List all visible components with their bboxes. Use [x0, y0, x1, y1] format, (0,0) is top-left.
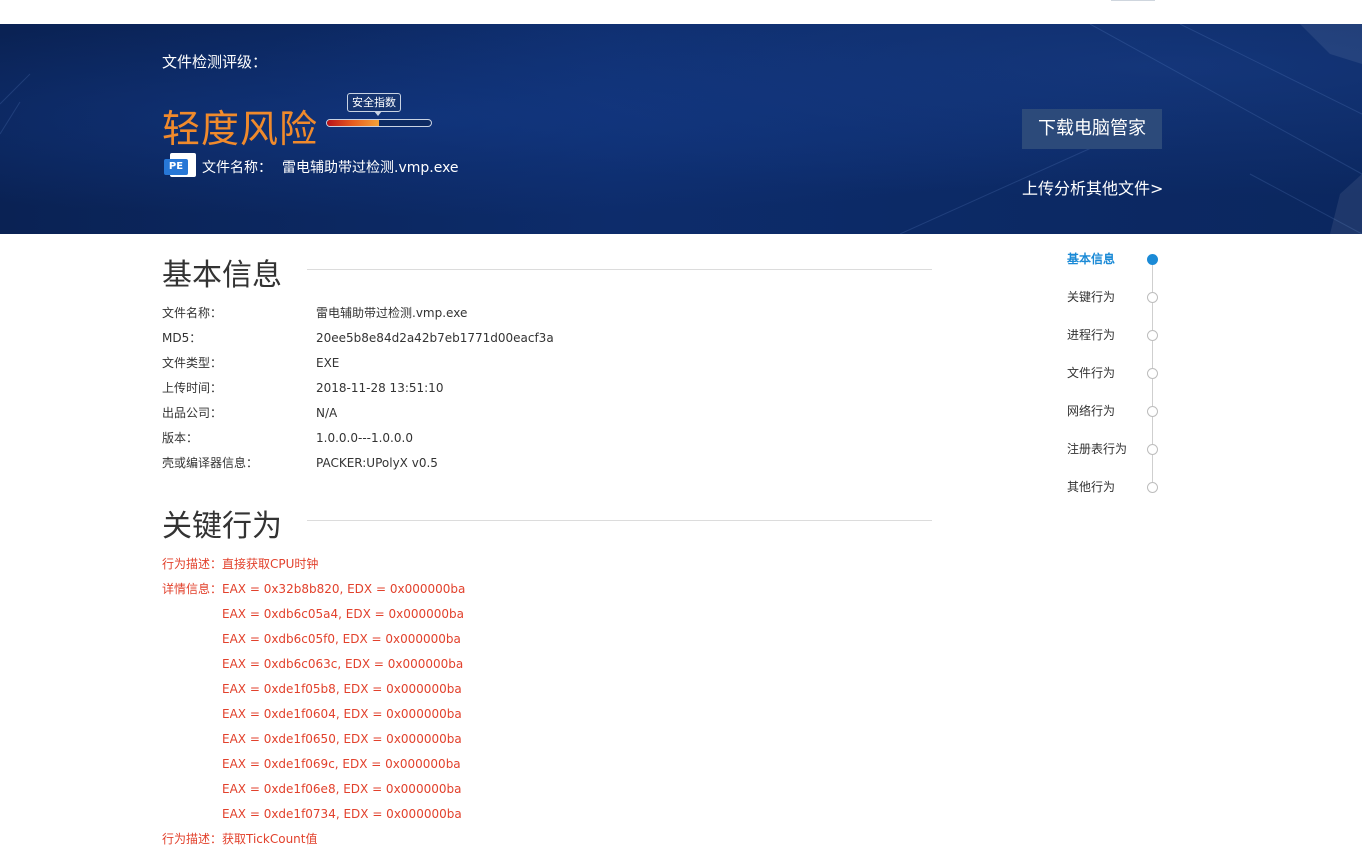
safety-index-meter — [326, 119, 432, 127]
side-nav-file-behavior[interactable]: 文件行为 — [1067, 365, 1115, 381]
info-row: 出品公司： N/A — [162, 406, 338, 420]
side-nav-process-behavior[interactable]: 进程行为 — [1067, 327, 1115, 343]
behavior-detail-line: EAX = 0xde1f069c, EDX = 0x000000ba — [222, 757, 461, 771]
side-nav-network-behavior[interactable]: 网络行为 — [1067, 403, 1115, 419]
behavior-detail-line: EAX = 0xde1f0734, EDX = 0x000000ba — [222, 807, 462, 821]
behavior-detail-row: 详情信息：EAX = 0x32b8b820, EDX = 0x000000ba — [162, 582, 466, 596]
side-nav-dot[interactable] — [1147, 254, 1158, 265]
file-name-label: 文件名称： — [202, 160, 272, 176]
side-nav-key-behavior[interactable]: 关键行为 — [1067, 289, 1115, 305]
behavior-desc-row: 行为描述：直接获取CPU时钟 — [162, 557, 319, 571]
info-row: 壳或编译器信息： PACKER:UPolyX v0.5 — [162, 456, 438, 470]
side-nav-registry-behavior[interactable]: 注册表行为 — [1067, 441, 1127, 457]
result-banner: 文件检测评级： 轻度风险 安全指数 PE 文件名称： 雷电辅助带过检测.vmp.e… — [0, 24, 1362, 234]
side-nav-dot[interactable] — [1147, 482, 1158, 493]
behavior-detail-line: EAX = 0xdb6c05a4, EDX = 0x000000ba — [222, 607, 465, 621]
top-header-strip — [0, 0, 1362, 24]
safety-index-fill — [327, 120, 379, 126]
header-button-edge[interactable] — [1111, 0, 1155, 1]
download-pc-manager-button[interactable]: 下载电脑管家 — [1022, 109, 1162, 149]
info-row: 版本： 1.0.0.0---1.0.0.0 — [162, 431, 413, 445]
side-nav-dot[interactable] — [1147, 330, 1158, 341]
risk-level: 轻度风险 — [162, 107, 319, 151]
side-nav-dot[interactable] — [1147, 292, 1158, 303]
basic-info-title: 基本信息 — [162, 258, 282, 293]
side-nav-dot[interactable] — [1147, 406, 1158, 417]
side-nav-other-behavior[interactable]: 其他行为 — [1067, 479, 1115, 495]
key-behavior-title: 关键行为 — [162, 509, 282, 544]
behavior-detail-line: EAX = 0xde1f05b8, EDX = 0x000000ba — [222, 682, 462, 696]
behavior-detail-line: EAX = 0xdb6c05f0, EDX = 0x000000ba — [222, 632, 461, 646]
pe-file-icon: PE — [164, 153, 196, 177]
file-name-value: 雷电辅助带过检测.vmp.exe — [282, 160, 459, 176]
behavior-detail-line: EAX = 0xdb6c063c, EDX = 0x000000ba — [222, 657, 464, 671]
info-row: 上传时间： 2018-11-28 13:51:10 — [162, 381, 444, 395]
side-nav-dot[interactable] — [1147, 444, 1158, 455]
section-divider — [307, 520, 932, 521]
info-row: 文件类型： EXE — [162, 356, 340, 370]
behavior-detail-line: EAX = 0xde1f0604, EDX = 0x000000ba — [222, 707, 462, 721]
info-row: 文件名称： 雷电辅助带过检测.vmp.exe — [162, 306, 468, 320]
side-nav-dot[interactable] — [1147, 368, 1158, 379]
upload-other-file-link[interactable]: 上传分析其他文件> — [1022, 175, 1163, 199]
section-divider — [307, 269, 932, 270]
behavior-desc-row: 行为描述：获取TickCount值 — [162, 832, 318, 846]
info-row: MD5： 20ee5b8e84d2a42b7eb1771d00eacf3a — [162, 331, 554, 345]
file-name-row: 文件名称： 雷电辅助带过检测.vmp.exe — [202, 157, 459, 177]
rating-label: 文件检测评级： — [162, 53, 268, 71]
safety-index-tooltip: 安全指数 — [347, 93, 401, 116]
behavior-detail-line: EAX = 0xde1f06e8, EDX = 0x000000ba — [222, 782, 462, 796]
behavior-detail-line: EAX = 0xde1f0650, EDX = 0x000000ba — [222, 732, 462, 746]
side-nav-basic-info[interactable]: 基本信息 — [1067, 251, 1115, 267]
